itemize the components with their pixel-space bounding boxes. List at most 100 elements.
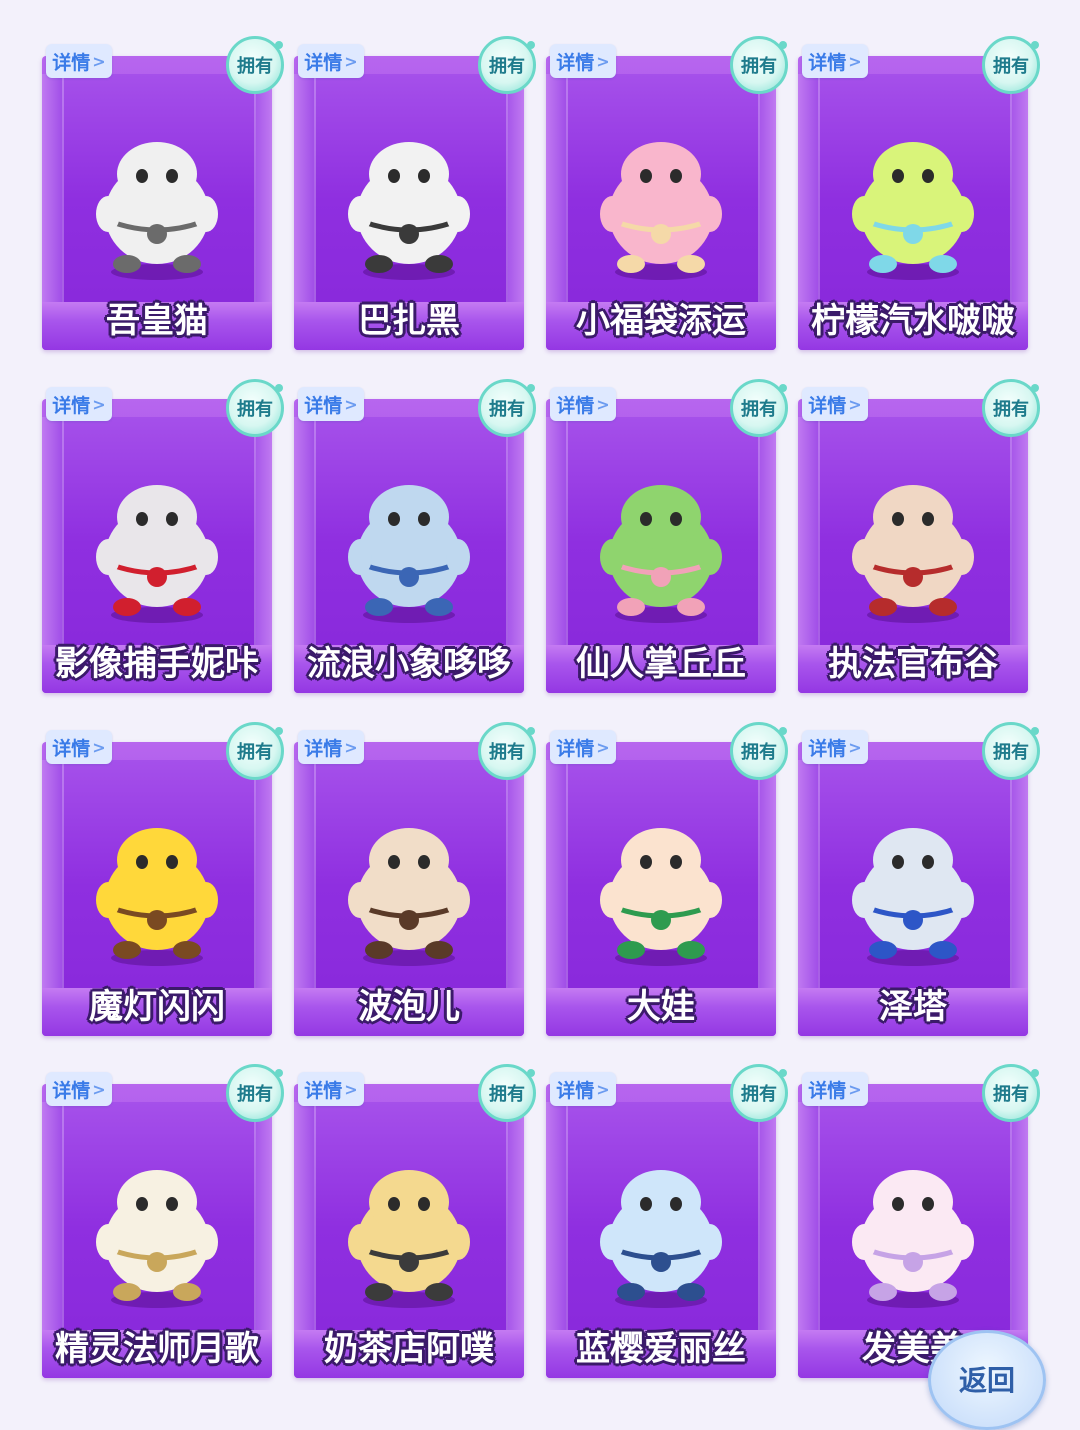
detail-label: 详情 xyxy=(808,737,847,760)
card-pillar-left xyxy=(546,1102,566,1330)
owned-badge: 拥有 xyxy=(226,36,284,94)
chevron-right-icon: > xyxy=(344,394,358,414)
detail-button[interactable]: 详情 > xyxy=(46,730,112,764)
lantern-figure-icon xyxy=(82,800,232,970)
owned-badge: 拥有 xyxy=(226,1064,284,1122)
owned-label: 拥有 xyxy=(741,1084,777,1105)
detail-button[interactable]: 详情 > xyxy=(46,44,112,78)
owned-badge: 拥有 xyxy=(478,1064,536,1122)
calabash-boy-figure-icon xyxy=(586,800,736,970)
chevron-right-icon: > xyxy=(92,394,106,414)
collection-card[interactable]: 详情 > 拥有 大娃 xyxy=(546,722,788,1050)
collection-card[interactable]: 详情 > 拥有 仙人掌丘丘 xyxy=(546,379,788,707)
hero-figure-icon xyxy=(838,800,988,970)
owned-badge: 拥有 xyxy=(478,36,536,94)
card-pillar-left xyxy=(42,74,62,302)
owned-badge: 拥有 xyxy=(478,379,536,437)
detail-button[interactable]: 详情 > xyxy=(298,44,364,78)
owned-label: 拥有 xyxy=(741,742,777,763)
collection-card[interactable]: 详情 > 拥有 泽塔 xyxy=(798,722,1040,1050)
chevron-right-icon: > xyxy=(596,1079,610,1099)
detail-button[interactable]: 详情 > xyxy=(298,387,364,421)
detail-label: 详情 xyxy=(556,1079,595,1102)
card-pillar-left xyxy=(294,1102,314,1330)
detail-button[interactable]: 详情 > xyxy=(298,1072,364,1106)
collection-card[interactable]: 详情 > 拥有 吾皇猫 xyxy=(42,36,284,364)
detail-button[interactable]: 详情 > xyxy=(802,1072,868,1106)
collection-card[interactable]: 详情 > 拥有 小福袋添运 xyxy=(546,36,788,364)
card-pillar-left xyxy=(546,74,566,302)
owned-label: 拥有 xyxy=(741,56,777,77)
detail-label: 详情 xyxy=(52,51,91,74)
collection-card[interactable]: 详情 > 拥有 影像捕手妮咔 xyxy=(42,379,284,707)
owned-badge: 拥有 xyxy=(730,36,788,94)
card-name: 巴扎黑 xyxy=(358,301,460,341)
chevron-right-icon: > xyxy=(344,737,358,757)
detail-label: 详情 xyxy=(52,737,91,760)
chevron-right-icon: > xyxy=(92,51,106,71)
detail-button[interactable]: 详情 > xyxy=(46,387,112,421)
collection-card[interactable]: 详情 > 拥有 波泡儿 xyxy=(294,722,536,1050)
card-pillar-left xyxy=(798,417,818,645)
card-pillar-left xyxy=(42,1102,62,1330)
collection-card[interactable]: 详情 > 拥有 流浪小象哆哆 xyxy=(294,379,536,707)
lucky-bag-figure-icon xyxy=(586,114,736,284)
detail-button[interactable]: 详情 > xyxy=(802,730,868,764)
fluffy-figure-icon xyxy=(838,1142,988,1312)
chevron-right-icon: > xyxy=(596,51,610,71)
pug-figure-icon xyxy=(334,114,484,284)
collection-card[interactable]: 详情 > 拥有 柠檬汽水啵啵 xyxy=(798,36,1040,364)
detail-label: 详情 xyxy=(808,394,847,417)
elf-mage-figure-icon xyxy=(82,1142,232,1312)
owned-badge: 拥有 xyxy=(730,379,788,437)
cactus-figure-icon xyxy=(586,457,736,627)
owned-badge: 拥有 xyxy=(730,722,788,780)
elephant-figure-icon xyxy=(334,457,484,627)
lemon-soda-figure-icon xyxy=(838,114,988,284)
back-button[interactable]: 返回 xyxy=(928,1330,1046,1430)
collection-card[interactable]: 详情 > 拥有 巴扎黑 xyxy=(294,36,536,364)
detail-button[interactable]: 详情 > xyxy=(298,730,364,764)
card-name: 影像捕手妮咔 xyxy=(55,644,259,684)
detail-button[interactable]: 详情 > xyxy=(46,1072,112,1106)
owned-label: 拥有 xyxy=(489,399,525,420)
owned-label: 拥有 xyxy=(489,1084,525,1105)
owned-badge: 拥有 xyxy=(982,379,1040,437)
detail-button[interactable]: 详情 > xyxy=(550,387,616,421)
detail-button[interactable]: 详情 > xyxy=(802,44,868,78)
owned-badge: 拥有 xyxy=(982,722,1040,780)
card-name: 仙人掌丘丘 xyxy=(576,644,746,684)
detail-label: 详情 xyxy=(808,51,847,74)
detail-label: 详情 xyxy=(556,737,595,760)
owned-label: 拥有 xyxy=(741,399,777,420)
cat-figure-icon xyxy=(82,114,232,284)
card-name: 大娃 xyxy=(627,987,695,1027)
collection-card[interactable]: 详情 > 拥有 魔灯闪闪 xyxy=(42,722,284,1050)
owned-label: 拥有 xyxy=(489,56,525,77)
chevron-right-icon: > xyxy=(596,737,610,757)
camera-girl-figure-icon xyxy=(82,457,232,627)
collection-card[interactable]: 详情 > 拥有 执法官布谷 xyxy=(798,379,1040,707)
card-pillar-left xyxy=(294,417,314,645)
owned-label: 拥有 xyxy=(237,742,273,763)
owned-label: 拥有 xyxy=(237,1084,273,1105)
officer-figure-icon xyxy=(838,457,988,627)
detail-button[interactable]: 详情 > xyxy=(550,730,616,764)
detail-button[interactable]: 详情 > xyxy=(802,387,868,421)
collection-card[interactable]: 详情 > 拥有 精灵法师月歌 xyxy=(42,1064,284,1392)
card-pillar-left xyxy=(798,760,818,988)
collection-card[interactable]: 详情 > 拥有 奶茶店阿噗 xyxy=(294,1064,536,1392)
chevron-right-icon: > xyxy=(848,1079,862,1099)
alice-figure-icon xyxy=(586,1142,736,1312)
collection-card[interactable]: 详情 > 拥有 蓝樱爱丽丝 xyxy=(546,1064,788,1392)
detail-button[interactable]: 详情 > xyxy=(550,1072,616,1106)
card-pillar-left xyxy=(798,74,818,302)
owned-label: 拥有 xyxy=(237,399,273,420)
card-name: 奶茶店阿噗 xyxy=(324,1329,494,1369)
detail-label: 详情 xyxy=(304,1079,343,1102)
card-name: 小福袋添运 xyxy=(576,301,746,341)
chevron-right-icon: > xyxy=(848,51,862,71)
detail-button[interactable]: 详情 > xyxy=(550,44,616,78)
chevron-right-icon: > xyxy=(344,1079,358,1099)
card-name: 蓝樱爱丽丝 xyxy=(576,1329,746,1369)
